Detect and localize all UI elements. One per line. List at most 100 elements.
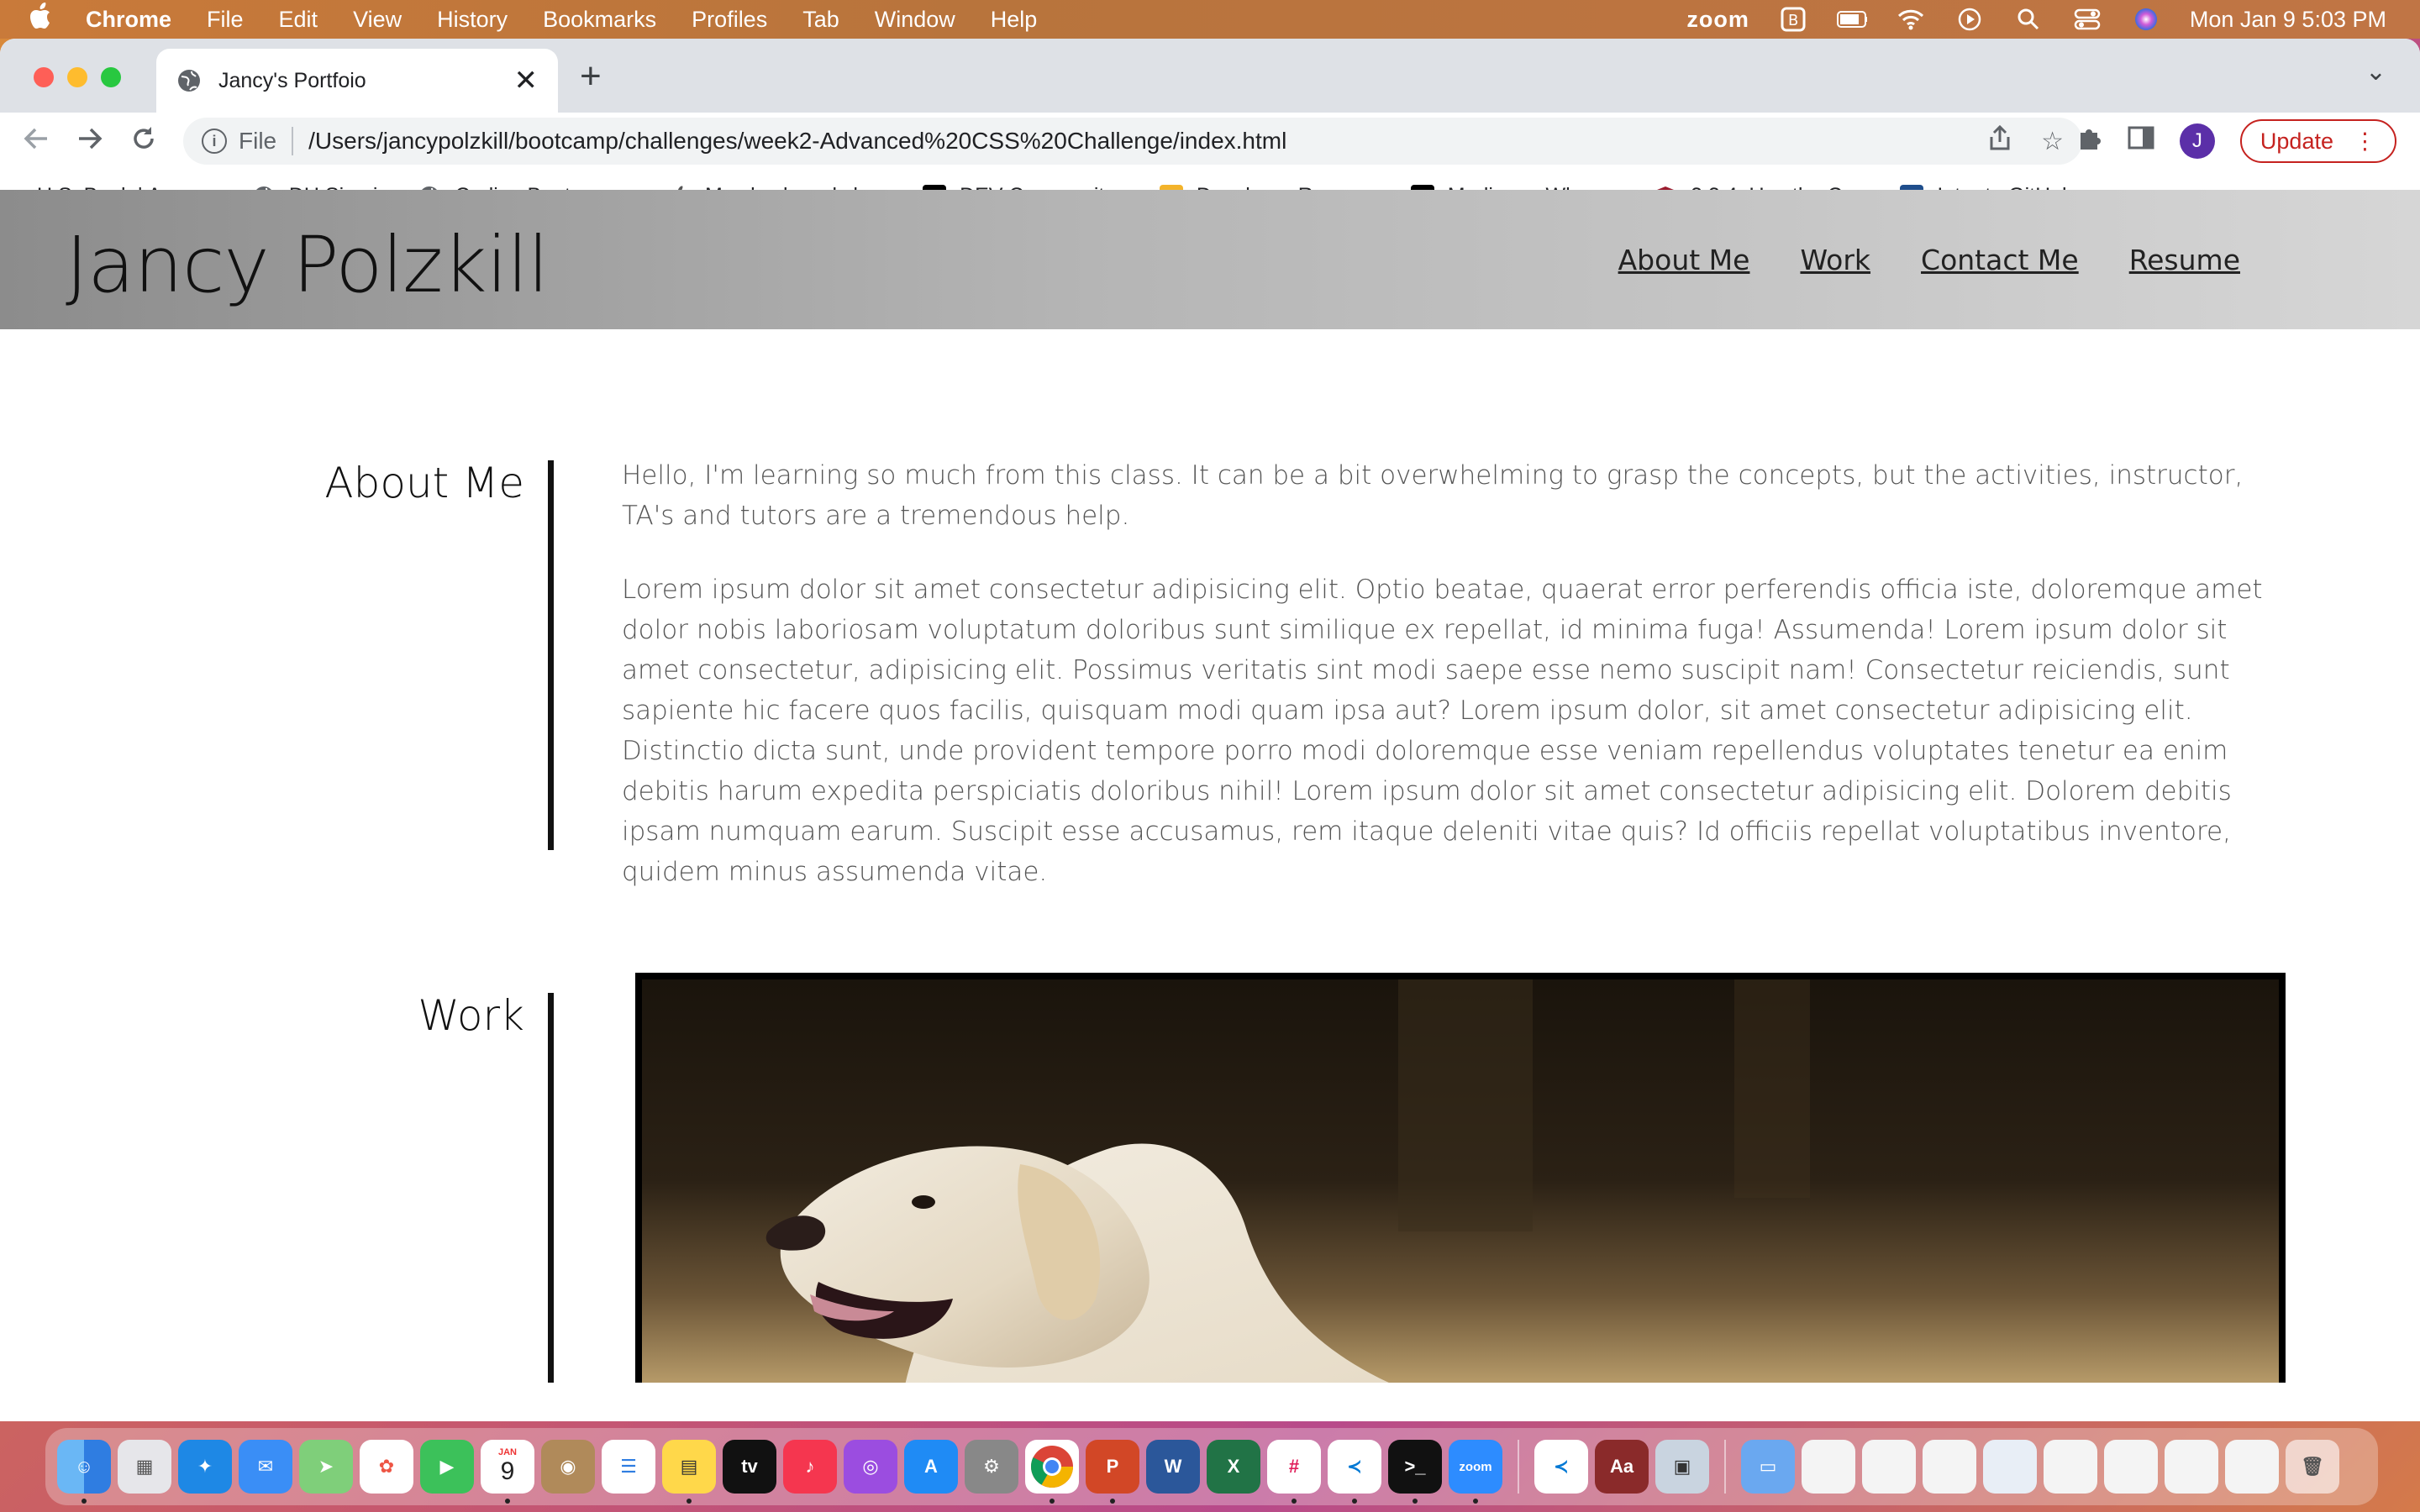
minimized-window-icon[interactable] <box>1802 1440 1855 1494</box>
apple-tv-icon[interactable]: tv <box>723 1440 776 1494</box>
side-panel-icon[interactable] <box>2128 125 2154 157</box>
close-window-button[interactable] <box>34 67 54 87</box>
menu-profiles[interactable]: Profiles <box>692 7 767 33</box>
trash-icon[interactable]: 🗑 <box>2286 1440 2339 1494</box>
site-name: Jancy Polzkill <box>66 220 549 310</box>
calendar-month: JAN <box>497 1447 517 1457</box>
excel-icon[interactable]: X <box>1207 1440 1260 1494</box>
finder-icon[interactable]: ☺ <box>57 1440 111 1504</box>
about-me-intro: Hello, I'm learning so much from this cl… <box>622 460 2244 531</box>
menu-bookmarks[interactable]: Bookmarks <box>543 7 656 33</box>
powerpoint-icon[interactable]: P <box>1086 1440 1139 1504</box>
battery-icon[interactable] <box>1836 8 1867 31</box>
safari-icon[interactable]: ✦ <box>178 1440 232 1494</box>
menu-view[interactable]: View <box>353 7 402 33</box>
menu-edit[interactable]: Edit <box>279 7 318 33</box>
music-icon[interactable]: ♪ <box>783 1440 837 1494</box>
photos-icon[interactable]: ✿ <box>360 1440 413 1494</box>
menu-tab[interactable]: Tab <box>802 7 839 33</box>
tab-active[interactable]: Jancy's Portfoio ✕ <box>156 49 558 113</box>
menu-file[interactable]: File <box>207 7 244 33</box>
reload-icon[interactable] <box>129 124 158 160</box>
minimized-window-icon[interactable] <box>2165 1440 2218 1494</box>
vscode-icon[interactable]: ≺ <box>1328 1440 1381 1504</box>
minimized-window-icon[interactable] <box>1862 1440 1916 1494</box>
update-button[interactable]: Update ⋮ <box>2239 119 2396 163</box>
work-featured-image[interactable] <box>635 973 2286 1383</box>
new-tab-button[interactable]: + <box>580 55 602 97</box>
minimized-window-icon[interactable] <box>1983 1440 2037 1494</box>
address-bar[interactable]: i File /Users/jancypolzkill/bootcamp/cha… <box>183 118 2082 165</box>
omnibox-divider <box>292 127 294 155</box>
nav-link-about-me[interactable]: About Me <box>1618 244 1750 276</box>
share-icon[interactable] <box>1989 124 2011 157</box>
extensions-puzzle-icon[interactable] <box>2075 124 2102 158</box>
window-controls <box>34 67 121 87</box>
chrome-icon[interactable] <box>1025 1440 1079 1504</box>
calendar-icon[interactable]: JAN 9 <box>481 1440 534 1504</box>
zoom-status[interactable]: zoom <box>1686 7 1749 33</box>
webpage-viewport: Jancy Polzkill About Me Work Contact Me … <box>0 190 2420 1383</box>
fullscreen-window-button[interactable] <box>101 67 121 87</box>
spotlight-search-icon[interactable] <box>2013 8 2044 31</box>
menu-history[interactable]: History <box>437 7 508 33</box>
toolbar-right-actions: J Update ⋮ <box>2075 118 2396 165</box>
url-text[interactable]: /Users/jancypolzkill/bootcamp/challenges… <box>308 128 1959 155</box>
terminal-icon[interactable]: >_ <box>1388 1440 1442 1504</box>
control-center-icon[interactable] <box>2072 8 2102 31</box>
tab-strip: Jancy's Portfoio ✕ + ⌄ <box>0 39 2420 113</box>
menubar-clock[interactable]: Mon Jan 9 5:03 PM <box>2190 7 2386 33</box>
vscode-recent-icon[interactable]: ≺ <box>1534 1440 1588 1494</box>
b-app-icon[interactable]: B <box>1778 7 1808 32</box>
site-info-icon[interactable]: i <box>202 129 227 154</box>
kebab-menu-icon[interactable]: ⋮ <box>2354 129 2376 155</box>
contacts-icon[interactable]: ◉ <box>541 1440 595 1494</box>
zoom-icon[interactable]: zoom <box>1449 1440 1502 1504</box>
globe-icon <box>176 68 202 93</box>
launchpad-icon[interactable]: ▦ <box>118 1440 171 1494</box>
tab-title: Jancy's Portfoio <box>218 68 366 92</box>
forward-arrow-icon[interactable] <box>76 124 104 160</box>
facetime-icon[interactable]: ▶ <box>420 1440 474 1494</box>
apple-menu-icon[interactable] <box>30 3 64 36</box>
menubar-status-area: zoom B Mon Jan 9 5:03 PM <box>1686 0 2386 39</box>
close-tab-icon[interactable]: ✕ <box>514 64 539 97</box>
podcasts-icon[interactable]: ◎ <box>844 1440 897 1494</box>
minimize-window-button[interactable] <box>67 67 87 87</box>
minimized-window-icon[interactable] <box>1923 1440 1976 1494</box>
menu-app-name[interactable]: Chrome <box>86 7 171 33</box>
maps-icon[interactable]: ➤ <box>299 1440 353 1494</box>
profile-avatar[interactable]: J <box>2179 123 2215 159</box>
reminders-icon[interactable]: ☰ <box>602 1440 655 1494</box>
dock-separator <box>1724 1440 1726 1494</box>
wifi-icon[interactable] <box>1896 8 1926 31</box>
site-header: Jancy Polzkill About Me Work Contact Me … <box>0 190 2420 329</box>
tab-search-chevron-icon[interactable]: ⌄ <box>2365 57 2386 87</box>
word-icon[interactable]: W <box>1146 1440 1200 1494</box>
minimized-window-icon[interactable] <box>2104 1440 2158 1494</box>
menu-window[interactable]: Window <box>875 7 955 33</box>
system-preferences-icon[interactable]: ⚙ <box>965 1440 1018 1494</box>
menu-help[interactable]: Help <box>991 7 1038 33</box>
minimized-window-icon[interactable] <box>2044 1440 2097 1494</box>
about-me-body: Hello, I'm learning so much from this cl… <box>622 455 2302 926</box>
dictionary-icon[interactable]: Aa <box>1595 1440 1649 1494</box>
calendar-day: 9 <box>500 1457 515 1485</box>
slack-icon[interactable]: # <box>1267 1440 1321 1504</box>
about-me-divider <box>548 460 554 850</box>
preview-icon[interactable]: ▣ <box>1655 1440 1709 1494</box>
dock-separator <box>1518 1440 1519 1494</box>
notes-icon[interactable]: ▤ <box>662 1440 716 1504</box>
now-playing-icon[interactable] <box>1954 8 1985 31</box>
mail-icon[interactable]: ✉ <box>239 1440 292 1494</box>
nav-link-contact-me[interactable]: Contact Me <box>1921 244 2079 276</box>
app-store-icon[interactable]: A <box>904 1440 958 1494</box>
downloads-folder-icon[interactable]: ▭ <box>1741 1440 1795 1494</box>
macos-menubar: Chrome File Edit View History Bookmarks … <box>0 0 2420 39</box>
nav-link-work[interactable]: Work <box>1800 244 1870 276</box>
back-arrow-icon[interactable] <box>22 124 50 160</box>
bookmark-star-icon[interactable]: ☆ <box>2041 127 2064 156</box>
siri-icon[interactable] <box>2131 8 2161 31</box>
nav-link-resume[interactable]: Resume <box>2129 244 2240 276</box>
minimized-window-icon[interactable] <box>2225 1440 2279 1494</box>
